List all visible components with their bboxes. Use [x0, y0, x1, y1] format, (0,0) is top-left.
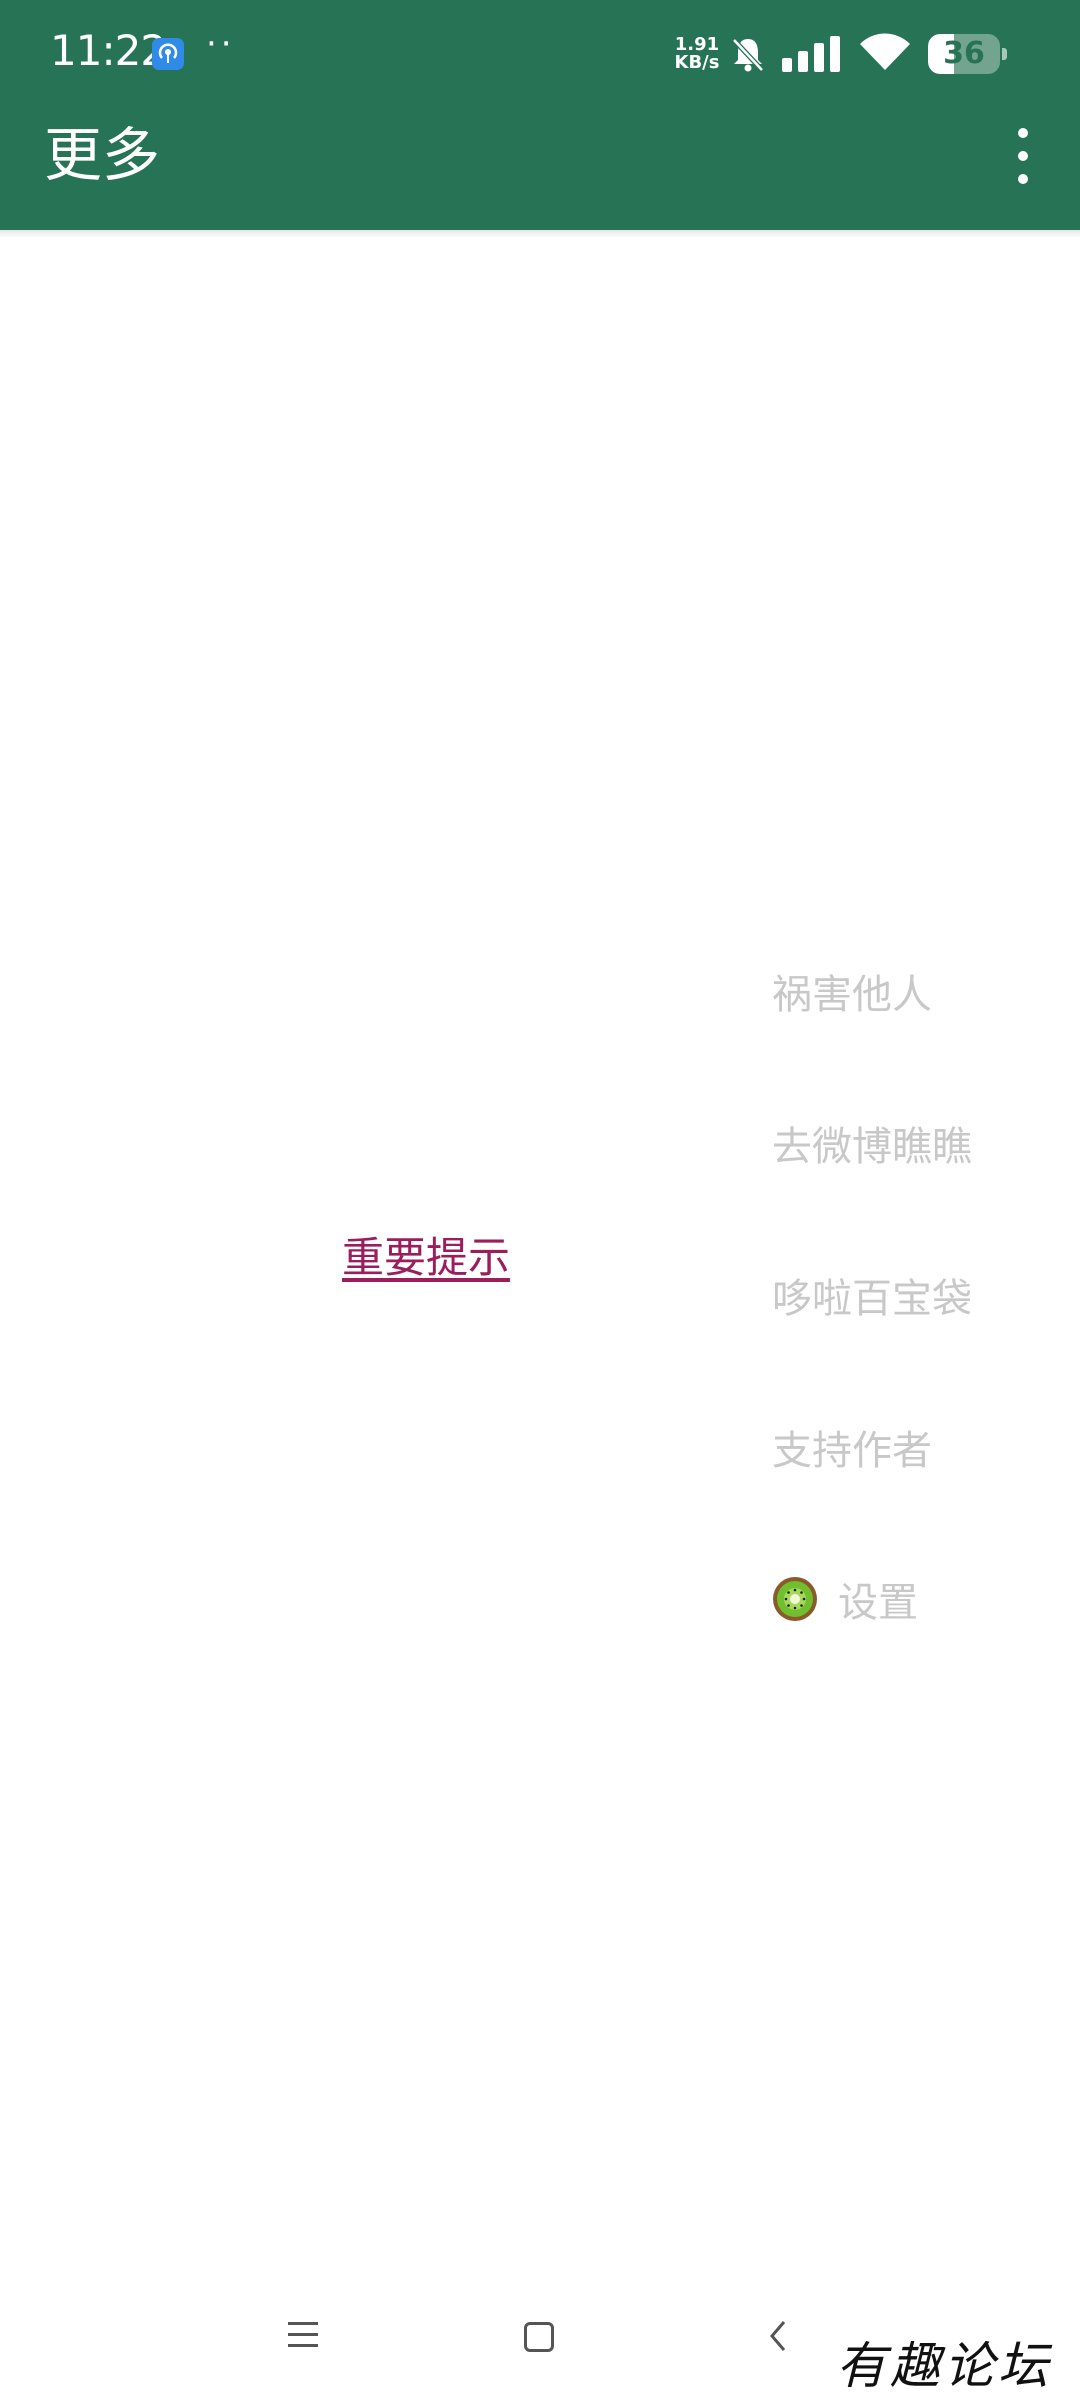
menu-icon-line: [288, 2322, 318, 2325]
battery-icon: 36: [928, 34, 1000, 74]
menu-item-settings[interactable]: 设置: [772, 1523, 1072, 1675]
important-notice-link[interactable]: 重要提示: [342, 1224, 510, 1285]
watermark: 有趣论坛: [836, 2337, 1052, 2395]
menu-item-label: 设置: [838, 1580, 918, 1626]
menu-item-label: 支持作者: [772, 1428, 932, 1474]
net-speed-indicator: 1.91 KB/s: [670, 36, 724, 72]
menu-item-visit-weibo[interactable]: 去微博瞧瞧: [772, 1067, 1072, 1219]
battery-nub: [1002, 48, 1007, 60]
hotspot-icon: [152, 38, 184, 70]
menu-item-label: 哆啦百宝袋: [772, 1276, 972, 1322]
popup-menu: 祸害他人 去微博瞧瞧 哆啦百宝袋 支持作者 设置: [772, 915, 1072, 1675]
app-bar-shadow: [0, 230, 1080, 238]
menu-icon-line: [288, 2333, 318, 2336]
menu-item-doraemon-pocket[interactable]: 哆啦百宝袋: [772, 1219, 1072, 1371]
kiwi-icon: [773, 1577, 817, 1621]
app-bar: 11:22 ·· 1.91 KB/s 36 更多: [0, 0, 1080, 230]
overflow-dot: [1018, 151, 1028, 161]
menu-item-label: 祸害他人: [772, 972, 932, 1018]
mute-bell-icon: [732, 38, 764, 72]
menu-item-label: 去微博瞧瞧: [772, 1124, 972, 1170]
menu-icon-line: [288, 2344, 318, 2347]
more-vert-icon[interactable]: [1004, 126, 1042, 186]
menu-item-harm-others[interactable]: 祸害他人: [772, 915, 1072, 1067]
status-time: 11:22: [50, 26, 167, 75]
menu-icon[interactable]: [288, 2322, 318, 2348]
menu-item-support-author[interactable]: 支持作者: [772, 1371, 1072, 1523]
back-icon[interactable]: [764, 2318, 792, 2354]
overflow-dot: [1018, 174, 1028, 184]
page-title: 更多: [44, 121, 161, 189]
net-speed-unit: KB/s: [674, 52, 720, 73]
wifi-icon: [860, 33, 910, 70]
home-icon[interactable]: [524, 2322, 554, 2352]
battery-level: 36: [943, 36, 985, 71]
signal-icon: [782, 36, 840, 72]
status-dots: ··: [206, 24, 236, 64]
hotspot-glyph: [158, 43, 178, 63]
overflow-dot: [1018, 128, 1028, 138]
